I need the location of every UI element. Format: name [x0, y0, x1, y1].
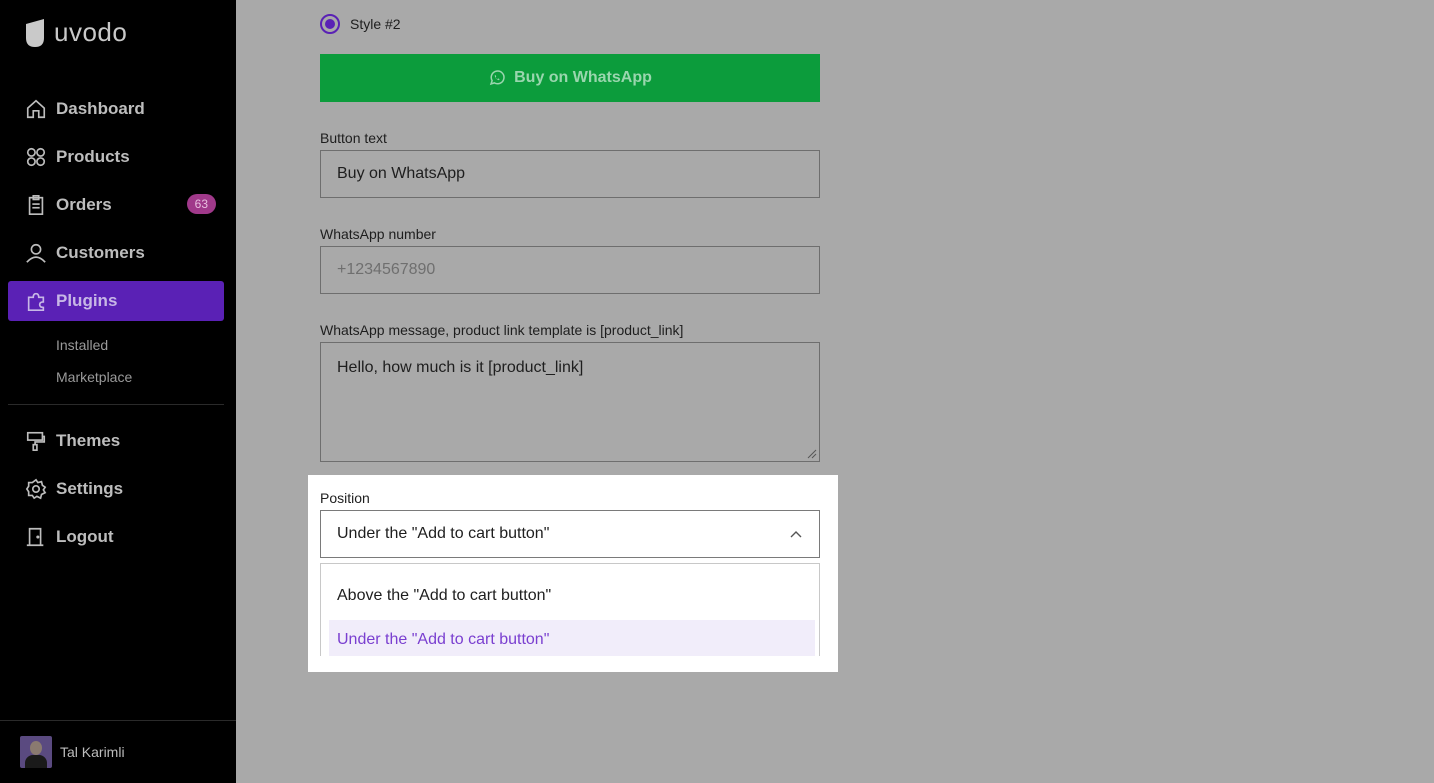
- position-option-above[interactable]: Above the "Add to cart button": [329, 576, 815, 616]
- radio-selected-icon[interactable]: [320, 14, 340, 34]
- position-selected-value: Under the "Add to cart button": [337, 525, 550, 542]
- position-label: Position: [320, 490, 370, 506]
- user-profile[interactable]: Tal Karimli: [0, 720, 236, 783]
- nav-divider: [8, 404, 224, 405]
- sidebar-item-label: Products: [56, 147, 130, 166]
- sidebar-item-settings[interactable]: Settings: [8, 469, 224, 509]
- clipboard-icon: [24, 193, 48, 217]
- plugins-subnav: Installed Marketplace: [56, 329, 224, 393]
- grid-icon: [24, 145, 48, 169]
- whatsapp-preview-label: Buy on WhatsApp: [514, 69, 652, 86]
- user-icon: [24, 241, 48, 265]
- whatsapp-number-label: WhatsApp number: [320, 226, 436, 242]
- position-select[interactable]: Under the "Add to cart button": [320, 510, 820, 558]
- sidebar-subitem-installed[interactable]: Installed: [56, 329, 224, 361]
- sidebar-item-themes[interactable]: Themes: [8, 421, 224, 461]
- sidebar-item-label: Themes: [56, 431, 121, 450]
- sidebar-item-label: Settings: [56, 479, 124, 498]
- sidebar-item-logout[interactable]: Logout: [8, 517, 224, 557]
- position-option-under[interactable]: Under the "Add to cart button": [329, 620, 815, 656]
- sidebar-item-products[interactable]: Products: [8, 137, 224, 177]
- user-name: Tal Karimli: [60, 744, 125, 760]
- position-dropdown: Above the "Add to cart button" Under the…: [320, 563, 820, 656]
- sidebar-item-orders[interactable]: Orders 63: [8, 185, 224, 225]
- puzzle-icon: [24, 289, 48, 313]
- sidebar-item-label: Plugins: [56, 291, 118, 310]
- avatar: [20, 736, 52, 768]
- chevron-up-icon: [790, 531, 802, 538]
- sidebar-item-customers[interactable]: Customers: [8, 233, 224, 273]
- logo-mark-icon: [26, 18, 44, 47]
- sidebar-item-label: Customers: [56, 243, 145, 262]
- button-text-label: Button text: [320, 130, 387, 146]
- sidebar-item-plugins[interactable]: Plugins: [8, 281, 224, 321]
- whatsapp-number-input[interactable]: [320, 246, 820, 294]
- sidebar-item-label: Logout: [56, 527, 114, 546]
- whatsapp-message-label: WhatsApp message, product link template …: [320, 322, 684, 338]
- whatsapp-message-textarea[interactable]: Hello, how much is it [product_link]: [320, 342, 820, 462]
- button-text-input[interactable]: [320, 150, 820, 198]
- home-icon: [24, 97, 48, 121]
- brand-name: uvodo: [54, 17, 128, 47]
- style-option-2[interactable]: Style #2: [320, 14, 401, 34]
- sidebar-item-label: Dashboard: [56, 99, 145, 118]
- position-field-panel: Position Under the "Add to cart button" …: [308, 475, 838, 672]
- paint-roller-icon: [24, 429, 48, 453]
- sidebar-subitem-marketplace[interactable]: Marketplace: [56, 361, 224, 393]
- resize-handle-icon[interactable]: [807, 449, 817, 459]
- brand-logo[interactable]: uvodo: [24, 17, 127, 48]
- gear-icon: [24, 477, 48, 501]
- sidebar-item-dashboard[interactable]: Dashboard: [8, 89, 224, 129]
- whatsapp-preview-button[interactable]: Buy on WhatsApp: [320, 54, 820, 102]
- sidebar-item-label: Orders: [56, 195, 112, 214]
- orders-count-badge: 63: [186, 194, 216, 214]
- main-nav: Dashboard Products Orders 63 Customers P…: [8, 89, 224, 565]
- sidebar: uvodo Dashboard Products Orders 63 Custo…: [0, 0, 236, 783]
- door-icon: [24, 525, 48, 549]
- whatsapp-icon: [489, 70, 505, 86]
- style-option-label: Style #2: [350, 16, 401, 32]
